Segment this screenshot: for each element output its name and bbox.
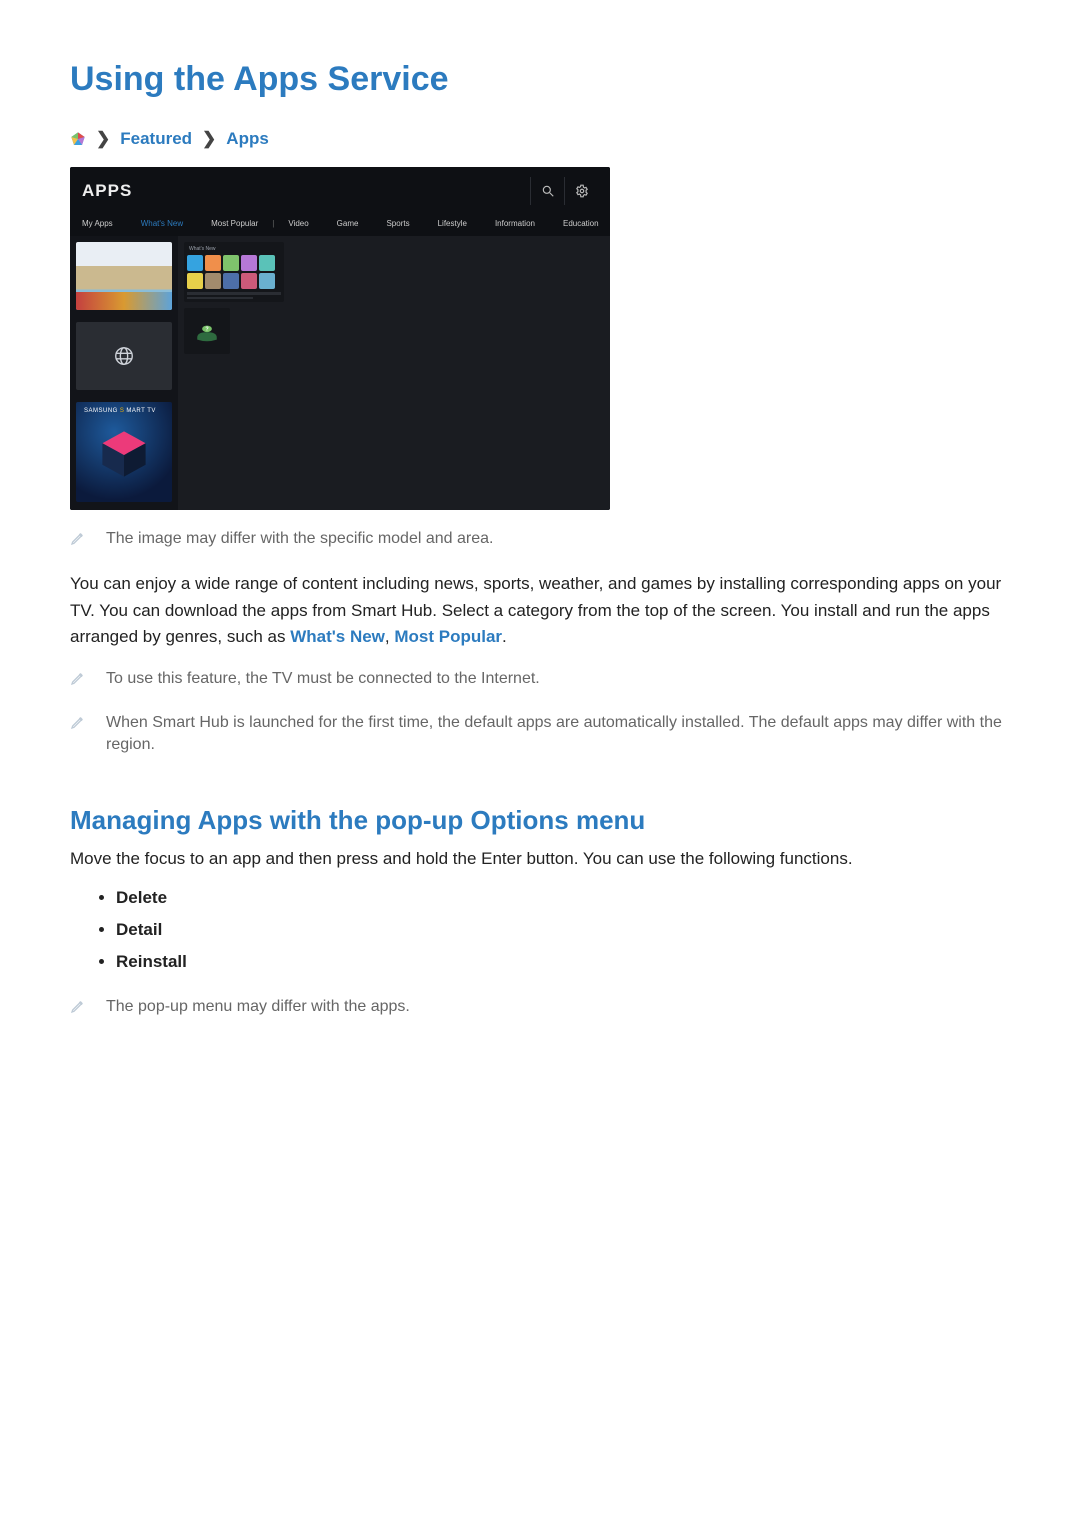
option-delete: Delete xyxy=(116,882,1010,914)
tab-game[interactable]: Game xyxy=(337,219,359,228)
note-icon xyxy=(70,530,88,553)
settings-icon[interactable] xyxy=(564,177,598,205)
whats-new-card[interactable]: What's New xyxy=(184,242,284,302)
highlight-whats-new: What's New xyxy=(290,627,385,646)
breadcrumb-apps: Apps xyxy=(226,129,269,149)
tab-education[interactable]: Education xyxy=(563,219,599,228)
note-default-apps: When Smart Hub is launched for the first… xyxy=(106,712,1010,757)
note-image-differs: The image may differ with the specific m… xyxy=(106,528,493,550)
note-popup-differs: The pop-up menu may differ with the apps… xyxy=(106,996,410,1018)
sidebar-thumb-photo[interactable] xyxy=(76,242,172,310)
smart-hub-icon xyxy=(70,131,86,147)
option-reinstall: Reinstall xyxy=(116,946,1010,978)
note-icon xyxy=(70,998,88,1021)
category-tabs[interactable]: My Apps What's New Most Popular| Video G… xyxy=(70,215,610,236)
tab-my-apps[interactable]: My Apps xyxy=(82,219,113,228)
smart-hub-cube-icon xyxy=(97,427,151,481)
note-icon xyxy=(70,670,88,693)
svg-text:?: ? xyxy=(205,326,208,332)
apps-content-area: What's New ? xyxy=(178,236,610,510)
note-internet-required: To use this feature, the TV must be conn… xyxy=(106,668,540,690)
highlight-most-popular: Most Popular xyxy=(394,627,502,646)
tab-most-popular[interactable]: Most Popular xyxy=(211,219,258,228)
sidebar: SAMSUNG SMART TV xyxy=(70,236,178,510)
tab-sports[interactable]: Sports xyxy=(386,219,409,228)
info-app-tile[interactable]: ? xyxy=(184,308,230,354)
tab-video[interactable]: Video xyxy=(288,219,308,228)
tab-whats-new[interactable]: What's New xyxy=(141,219,183,228)
sidebar-thumb-web[interactable] xyxy=(76,322,172,390)
section-managing-apps: Managing Apps with the pop-up Options me… xyxy=(70,805,1010,836)
page-title: Using the Apps Service xyxy=(70,60,1010,99)
brand-prefix: SAMSUNG xyxy=(84,408,118,414)
breadcrumb-featured: Featured xyxy=(120,129,192,149)
tab-information[interactable]: Information xyxy=(495,219,535,228)
apps-screen-illustration: APPS My Apps What's New Most Popular| Vi… xyxy=(70,167,610,510)
managing-apps-body: Move the focus to an app and then press … xyxy=(70,846,1010,872)
search-icon[interactable] xyxy=(530,177,564,205)
brand-smart-tv: MART TV xyxy=(126,408,156,414)
breadcrumb: ❯ Featured ❯ Apps xyxy=(70,129,1010,149)
sidebar-thumb-smart-tv[interactable]: SAMSUNG SMART TV xyxy=(76,402,172,502)
card-header: What's New xyxy=(187,245,281,255)
chevron-right-icon: ❯ xyxy=(96,129,110,149)
tab-lifestyle[interactable]: Lifestyle xyxy=(438,219,467,228)
option-detail: Detail xyxy=(116,914,1010,946)
apps-screen-title: APPS xyxy=(82,181,132,201)
options-list: Delete Detail Reinstall xyxy=(70,882,1010,978)
intro-paragraph: You can enjoy a wide range of content in… xyxy=(70,571,1010,650)
chevron-right-icon: ❯ xyxy=(202,129,216,149)
note-icon xyxy=(70,714,88,737)
